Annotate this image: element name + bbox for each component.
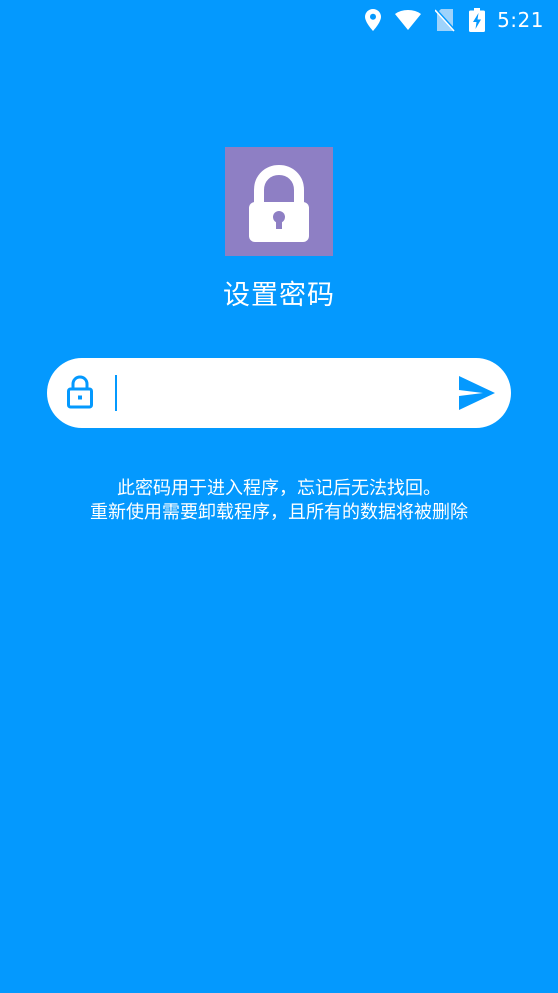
padlock-icon <box>249 164 309 242</box>
lock-icon <box>67 375 93 409</box>
no-sim-icon <box>435 8 456 32</box>
location-icon <box>365 9 382 31</box>
send-icon[interactable] <box>458 375 496 411</box>
hint-line-2: 重新使用需要卸载程序，且所有的数据将被删除 <box>90 502 468 523</box>
wifi-icon <box>395 10 422 30</box>
password-input[interactable] <box>115 370 445 416</box>
text-cursor <box>115 375 117 411</box>
page-title: 设置密码 <box>223 280 335 311</box>
battery-charging-icon <box>469 8 486 32</box>
hint-line-1: 此密码用于进入程序，忘记后无法找回。 <box>117 478 441 499</box>
hint-text: 此密码用于进入程序，忘记后无法找回。 重新使用需要卸载程序，且所有的数据将被删除 <box>0 477 558 525</box>
status-bar: 5:21 <box>0 0 558 40</box>
status-icons: 5:21 <box>351 6 544 34</box>
password-field-container[interactable] <box>47 358 511 428</box>
status-time: 5:21 <box>497 8 544 32</box>
app-logo <box>225 147 333 256</box>
